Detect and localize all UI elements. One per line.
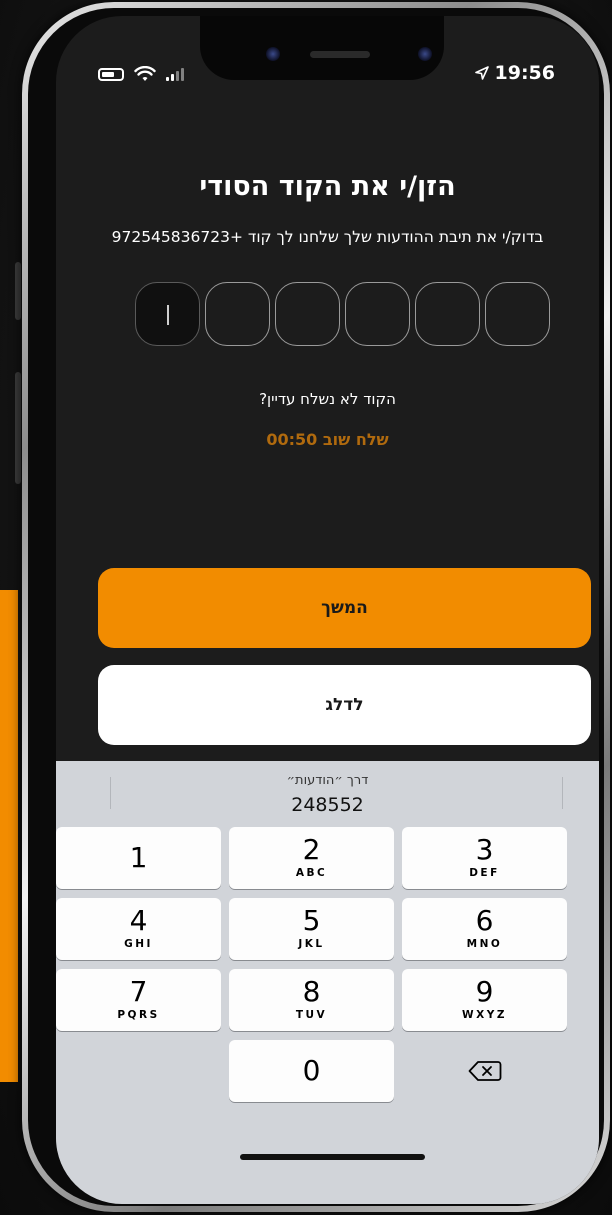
otp-digit-1[interactable] xyxy=(485,282,550,346)
autofill-suggestion[interactable]: דרך ״הודעות״ 248552 xyxy=(56,761,599,821)
battery-icon xyxy=(98,67,124,81)
continue-button[interactable]: המשך xyxy=(98,568,591,648)
key-letters: DEF xyxy=(469,867,500,879)
otp-digit-3[interactable] xyxy=(345,282,410,346)
key-number: 3 xyxy=(475,833,494,866)
status-clock: 19:56 xyxy=(474,62,555,84)
key-0[interactable]: 0 xyxy=(229,1040,394,1102)
key-number: 6 xyxy=(475,904,494,937)
page-subtitle: בדוק/י את תיבת ההודעות שלך שלחנו לך קוד … xyxy=(111,228,544,246)
key-letters: WXYZ xyxy=(462,1009,507,1021)
skip-button[interactable]: לדלג xyxy=(98,665,591,745)
suggestion-code: 248552 xyxy=(291,794,364,816)
key-4[interactable]: 4 GHI xyxy=(56,898,221,960)
key-number: 2 xyxy=(302,833,321,866)
key-6[interactable]: 6 MNO xyxy=(402,898,567,960)
otp-digit-5[interactable] xyxy=(205,282,270,346)
numeric-keyboard: דרך ״הודעות״ 248552 1 2 ABC 3 DEF 4 GHI 5 JK… xyxy=(56,761,599,1204)
phone-frame: 19:56 הזן/י את הקוד הסודי בדוק/י את תיבת… xyxy=(22,2,610,1212)
location-arrow-icon xyxy=(474,66,489,80)
status-indicators xyxy=(98,66,184,82)
key-letters: JKL xyxy=(298,938,325,950)
suggestion-source-label: דרך ״הודעות״ xyxy=(286,773,369,788)
key-1[interactable]: 1 xyxy=(56,827,221,889)
camera-icon xyxy=(266,47,280,61)
key-2[interactable]: 2 ABC xyxy=(229,827,394,889)
key-letters: PQRS xyxy=(117,1009,160,1021)
otp-digit-4[interactable] xyxy=(275,282,340,346)
otp-digit-6[interactable] xyxy=(135,282,200,346)
sensor-icon xyxy=(418,47,432,61)
resend-timer-link[interactable]: שלח שוב 00:50 xyxy=(56,430,599,449)
key-number: 9 xyxy=(475,975,494,1008)
home-indicator[interactable] xyxy=(240,1154,425,1160)
key-number: 4 xyxy=(129,904,148,937)
key-5[interactable]: 5 JKL xyxy=(229,898,394,960)
otp-input-group xyxy=(135,282,550,346)
page-title: הזן/י את הקוד הסודי xyxy=(199,171,456,202)
phone-volume-button xyxy=(15,372,21,484)
key-letters: TUV xyxy=(295,1009,328,1021)
key-number: 1 xyxy=(129,841,148,874)
code-not-sent-text: הקוד לא נשלח עדיין? xyxy=(259,390,396,408)
key-number: 8 xyxy=(302,975,321,1008)
key-number: 5 xyxy=(302,904,321,937)
key-letters: ABC xyxy=(295,867,328,879)
suggestion-divider xyxy=(562,777,563,809)
notch xyxy=(200,16,444,80)
key-letters: MNO xyxy=(466,938,503,950)
background-orange-card xyxy=(0,590,18,1082)
status-time: 19:56 xyxy=(494,62,555,84)
key-number: 0 xyxy=(302,1054,321,1087)
phone-mute-switch xyxy=(15,262,21,320)
key-9[interactable]: 9 WXYZ xyxy=(402,969,567,1031)
speaker-grille xyxy=(310,51,370,58)
text-caret xyxy=(167,305,169,325)
wifi-icon xyxy=(134,66,156,81)
key-7[interactable]: 7 PQRS xyxy=(56,969,221,1031)
key-letters: GHI xyxy=(124,938,153,950)
signal-strength-icon xyxy=(166,67,184,81)
phone-screen: 19:56 הזן/י את הקוד הסודי בדוק/י את תיבת… xyxy=(56,16,599,1204)
key-number: 7 xyxy=(129,975,148,1008)
delete-key[interactable] xyxy=(402,1040,567,1102)
key-8[interactable]: 8 TUV xyxy=(229,969,394,1031)
key-3[interactable]: 3 DEF xyxy=(402,827,567,889)
otp-digit-2[interactable] xyxy=(415,282,480,346)
backspace-icon xyxy=(468,1061,502,1081)
